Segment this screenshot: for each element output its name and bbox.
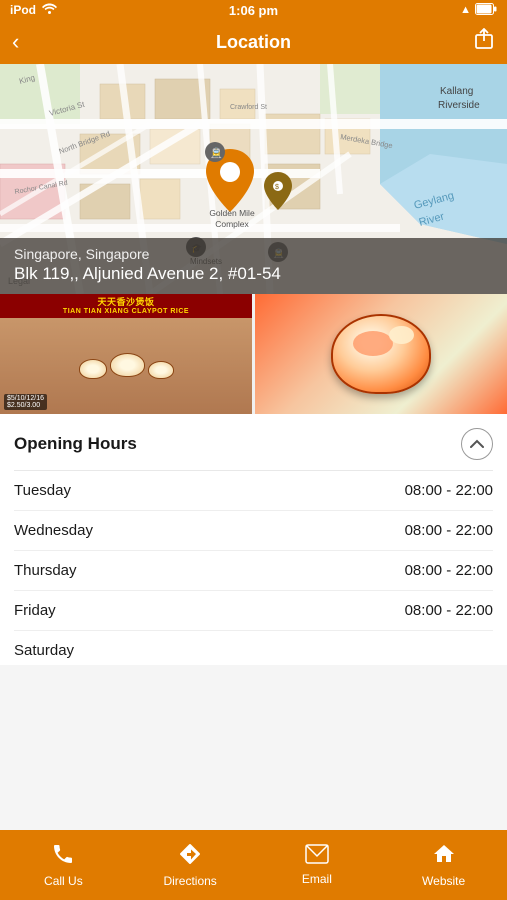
carrier-label: iPod (10, 3, 36, 17)
time-thursday: 08:00 - 22:00 (405, 562, 493, 579)
tab-directions[interactable]: Directions (127, 830, 254, 900)
hours-title: Opening Hours (14, 434, 137, 454)
price-tag-1: $5/10/12/16 $2.50/3.00 (4, 394, 47, 410)
day-saturday: Saturday (14, 642, 74, 659)
restaurant-sign: 天天香沙煲饭 TIAN TIAN XIANG CLAYPOT RICE (0, 294, 252, 318)
day-wednesday: Wednesday (14, 522, 93, 539)
hours-header: Opening Hours (14, 414, 493, 471)
svg-text:$: $ (275, 184, 279, 191)
location-icon: ▲ (460, 4, 471, 16)
map-container[interactable]: Victoria St Rochor Canal Rd North Bridge… (0, 64, 507, 294)
nav-bar: ‹ Location (0, 20, 507, 64)
back-button[interactable]: ‹ (12, 29, 56, 55)
svg-text:Kallang: Kallang (440, 86, 473, 97)
svg-text:Golden Mile: Golden Mile (209, 208, 255, 218)
hours-section: Opening Hours Tuesday 08:00 - 22:00 Wedn… (0, 414, 507, 665)
status-left: iPod (10, 3, 57, 17)
svg-text:Crawford St: Crawford St (230, 104, 267, 111)
tab-directions-label: Directions (163, 874, 216, 888)
hours-row-wednesday: Wednesday 08:00 - 22:00 (14, 511, 493, 551)
tab-website-label: Website (422, 874, 465, 888)
day-tuesday: Tuesday (14, 482, 71, 499)
tab-website[interactable]: Website (380, 830, 507, 900)
tab-email-label: Email (302, 872, 332, 886)
food-bowl (331, 314, 431, 394)
tab-email[interactable]: Email (254, 830, 381, 900)
svg-text:🚊: 🚊 (210, 146, 222, 159)
photos-row: 天天香沙煲饭 TIAN TIAN XIANG CLAYPOT RICE $5/1… (0, 294, 507, 414)
tab-call[interactable]: Call Us (0, 830, 127, 900)
food-photo[interactable] (255, 294, 507, 414)
page-title: Location (56, 32, 451, 53)
share-button[interactable] (451, 28, 495, 56)
call-icon (51, 842, 75, 870)
restaurant-photo[interactable]: 天天香沙煲饭 TIAN TIAN XIANG CLAYPOT RICE $5/1… (0, 294, 252, 414)
map-city: Singapore, Singapore (14, 246, 493, 262)
email-icon (305, 844, 329, 868)
directions-icon (178, 842, 202, 870)
svg-text:Riverside: Riverside (438, 100, 480, 111)
collapse-button[interactable] (461, 428, 493, 460)
map-overlay: Singapore, Singapore Blk 119,, Aljunied … (0, 238, 507, 294)
status-bar: iPod 1:06 pm ▲ (0, 0, 507, 20)
day-friday: Friday (14, 602, 56, 619)
hours-row-friday: Friday 08:00 - 22:00 (14, 591, 493, 631)
time-friday: 08:00 - 22:00 (405, 602, 493, 619)
hours-row-tuesday: Tuesday 08:00 - 22:00 (14, 471, 493, 511)
tab-bar: Call Us Directions Email Website (0, 830, 507, 900)
wifi-icon (42, 3, 57, 17)
restaurant-body: $5/10/12/16 $2.50/3.00 (0, 318, 252, 414)
battery-icon (475, 3, 497, 18)
svg-text:Complex: Complex (215, 219, 249, 229)
hours-row-thursday: Thursday 08:00 - 22:00 (14, 551, 493, 591)
day-thursday: Thursday (14, 562, 77, 579)
website-icon (432, 842, 456, 870)
status-right: ▲ (460, 3, 497, 18)
time-tuesday: 08:00 - 22:00 (405, 482, 493, 499)
map-address: Blk 119,, Aljunied Avenue 2, #01-54 (14, 264, 493, 284)
time-wednesday: 08:00 - 22:00 (405, 522, 493, 539)
food-inner (255, 294, 507, 414)
tab-call-label: Call Us (44, 874, 83, 888)
status-time: 1:06 pm (229, 3, 278, 18)
hours-row-saturday: Saturday (14, 631, 493, 665)
